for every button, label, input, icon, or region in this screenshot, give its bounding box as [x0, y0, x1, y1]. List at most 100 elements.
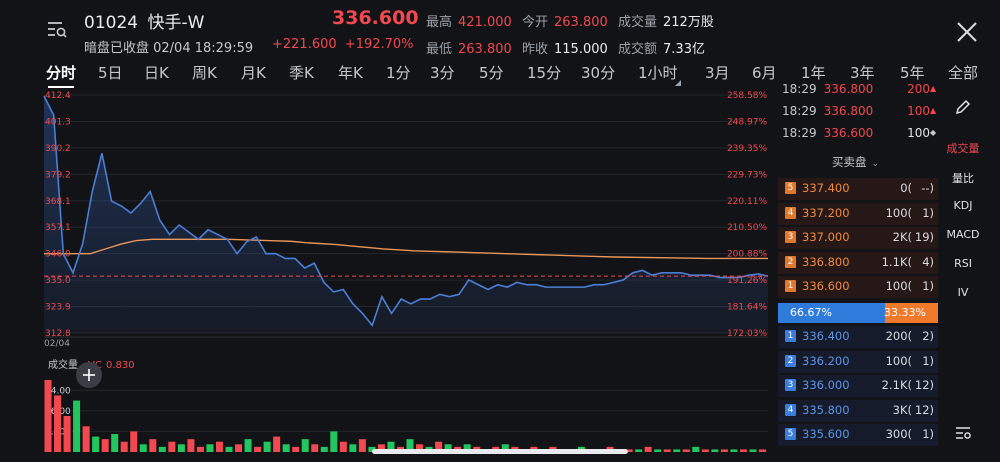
volume-bar — [292, 446, 300, 452]
volume-bar — [339, 441, 347, 452]
sell-order-row[interactable]: 2 336.800 1.1K(4) — [778, 251, 938, 274]
tab-3y[interactable]: 3年 — [850, 62, 875, 83]
y-tick-right: 191.26% — [727, 276, 767, 286]
tab-daily-k[interactable]: 日K — [144, 62, 169, 83]
volume-bar — [244, 439, 252, 452]
tab-5d[interactable]: 5日 — [98, 62, 123, 83]
volume-bar — [739, 449, 747, 452]
order-count: 12) — [914, 402, 934, 417]
buy-ratio-text: 66.67% — [790, 306, 832, 319]
y-tick-left: 346.0 — [45, 250, 71, 260]
intraday-chart[interactable]: 412.4 401.3 390.2 379.2 368.1 357.1 346.0 335.0… — [0, 88, 775, 462]
side-tool-rsi[interactable]: RSI — [940, 257, 986, 270]
buy-order-row[interactable]: 5 335.600 300(1) — [778, 424, 938, 446]
indicator-settings-icon[interactable] — [954, 423, 972, 441]
side-tool-macd[interactable]: MACD — [940, 228, 986, 241]
buy-order-row[interactable]: 1 336.400 200(2) — [778, 326, 938, 348]
volume-bar — [720, 449, 728, 452]
sell-order-row[interactable]: 1 336.600 100(1) — [778, 276, 938, 298]
tab-all[interactable]: 全部 — [948, 62, 978, 83]
tab-1hour[interactable]: 1小时 — [638, 62, 678, 83]
stat-high: 最高 421.000 — [426, 15, 512, 30]
y-tick-right: 248.97% — [727, 117, 767, 127]
y-tick-left: 357.1 — [45, 223, 71, 233]
order-volume: 0( — [900, 181, 912, 195]
tab-15min[interactable]: 15分 — [527, 62, 561, 83]
buy-order-row[interactable]: 4 335.800 3K(12) — [778, 399, 938, 422]
order-count: 12) — [914, 378, 934, 392]
sell-order-row[interactable]: 3 337.000 2K(19) — [778, 227, 938, 249]
tab-weekly-k[interactable]: 周K — [192, 62, 217, 83]
volume-bar — [282, 444, 290, 452]
side-tool-volume[interactable]: 成交量 — [940, 140, 986, 156]
volume-bar — [82, 426, 90, 452]
draw-pencil-icon[interactable] — [954, 98, 972, 116]
stock-name: 快手-W — [147, 13, 205, 33]
tab-intraday[interactable]: 分时 — [46, 62, 76, 83]
volume-bar — [673, 449, 681, 452]
volume-bar — [158, 446, 166, 452]
order-count: 1) — [922, 279, 934, 293]
tab-yearly-k[interactable]: 年K — [338, 62, 363, 83]
trade-row: 18:29 336.800 200 ▲ — [782, 82, 936, 96]
tab-5min[interactable]: 5分 — [479, 62, 504, 83]
order-count: 1) — [922, 427, 934, 441]
buy-order-row[interactable]: 2 336.200 100(1) — [778, 350, 938, 373]
sell-order-row[interactable]: 4 337.200 100(1) — [778, 202, 938, 225]
stat-prev-close: 昨收 115.000 — [522, 42, 608, 57]
level-badge: 4 — [785, 206, 796, 219]
menu-search-icon[interactable] — [46, 18, 68, 40]
volume-bar — [92, 436, 100, 452]
y-tick-left: 412.4 — [45, 91, 71, 101]
volume-bar — [196, 446, 204, 452]
volume-bar — [330, 431, 338, 452]
side-tool-iv[interactable]: IV — [940, 286, 986, 299]
y-tick-right: 229.73% — [727, 170, 767, 180]
home-indicator[interactable] — [372, 449, 628, 454]
y-tick-left: 368.1 — [45, 197, 71, 207]
crosshair-add-button[interactable] — [76, 362, 102, 388]
order-volume: 100( — [885, 279, 912, 293]
trade-time: 18:29 — [782, 82, 817, 96]
sell-order-row[interactable]: 5 337.400 0(--) — [778, 178, 938, 200]
trade-direction-icon: ▲ — [930, 106, 937, 115]
tab-3min[interactable]: 3分 — [430, 62, 455, 83]
side-tool-volume-ratio[interactable]: 量比 — [940, 170, 986, 186]
volume-bar — [749, 449, 757, 452]
buy-order-row[interactable]: 3 336.000 2.1K(12) — [778, 375, 938, 397]
volume-bar — [206, 444, 214, 452]
tab-1y[interactable]: 1年 — [801, 62, 826, 83]
close-icon[interactable] — [955, 20, 979, 44]
tab-1min[interactable]: 1分 — [386, 62, 411, 83]
order-count: 2) — [922, 329, 934, 343]
trade-direction-icon: ▲ — [930, 84, 937, 93]
tab-5y[interactable]: 5年 — [900, 62, 925, 83]
tab-monthly-k[interactable]: 月K — [241, 62, 266, 83]
volume-title: 成交量 — [48, 358, 78, 371]
tab-30min[interactable]: 30分 — [581, 62, 615, 83]
price-area — [44, 95, 768, 333]
y-tick-left: 323.9 — [45, 303, 71, 313]
tab-6m[interactable]: 6月 — [752, 62, 777, 83]
volume-bar — [111, 434, 119, 452]
change-pct: +192.70% — [344, 37, 414, 52]
order-price: 336.200 — [802, 353, 850, 368]
volume-bar — [311, 444, 319, 452]
y-tick-right: 210.50% — [727, 223, 767, 233]
volume-bar — [663, 449, 671, 452]
trade-volume: 100 — [907, 126, 930, 140]
volume-bar — [730, 449, 738, 452]
volume-bar — [44, 380, 52, 452]
tab-3m[interactable]: 3月 — [705, 62, 730, 83]
orderbook-title[interactable]: 买卖盘 ⌄ — [832, 154, 879, 170]
trade-price: 336.800 — [823, 82, 874, 96]
tab-quarter-k[interactable]: 季K — [289, 62, 314, 83]
level-badge: 5 — [785, 182, 796, 194]
stat-low: 最低 263.800 — [426, 42, 512, 57]
y-tick-left: 312.8 — [45, 329, 71, 339]
order-count: 1) — [922, 205, 934, 220]
side-tool-kdj[interactable]: KDJ — [940, 199, 986, 212]
volume-bar — [654, 449, 662, 452]
volume-bar — [120, 441, 128, 452]
y-tick-left: 390.2 — [45, 144, 71, 154]
